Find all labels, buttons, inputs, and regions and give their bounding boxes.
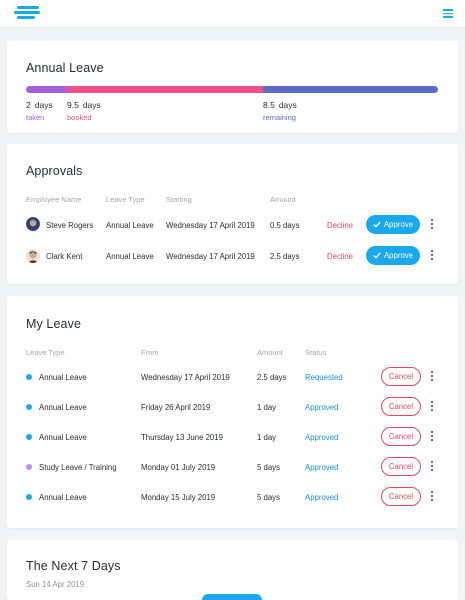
header-leave-type: Leave Type <box>26 348 65 357</box>
kebab-menu-icon[interactable] <box>429 219 435 230</box>
leave-type: Study Leave / Training <box>39 463 117 472</box>
stat-value: 2 <box>26 100 31 110</box>
cancel-button[interactable]: Cancel <box>381 487 421 506</box>
header-from: From <box>141 348 159 357</box>
stat-unit: days <box>34 100 53 110</box>
starting-date: Wednesday 17 April 2019 <box>166 221 255 230</box>
leave-type-dot <box>26 374 32 380</box>
amount: 1 day <box>257 403 277 412</box>
status-badge: Approved <box>305 433 339 442</box>
cancel-button[interactable]: Cancel <box>381 397 421 416</box>
leave-type: Annual Leave <box>106 221 154 230</box>
top-bar <box>0 0 465 28</box>
company-logo-icon[interactable] <box>14 6 40 20</box>
my-leave-card: My Leave Leave Type From Amount Status A… <box>7 296 458 528</box>
approvals-card: Approvals Employee Name Leave Type Start… <box>7 144 458 284</box>
decline-button[interactable]: Decline <box>327 221 353 230</box>
approve-label: Approve <box>383 251 414 260</box>
stat-unit: days <box>278 100 297 110</box>
cancel-button[interactable]: Cancel <box>381 367 421 386</box>
avatar <box>26 249 40 263</box>
header-amount: Amount <box>257 348 283 357</box>
check-icon <box>373 252 381 259</box>
leave-balance-bar <box>26 86 438 93</box>
stat-label: booked <box>67 113 92 122</box>
next-7-days-button[interactable] <box>202 594 262 600</box>
leave-type: Annual Leave <box>106 252 154 261</box>
check-icon <box>373 221 381 228</box>
kebab-menu-icon[interactable] <box>429 431 435 442</box>
approve-label: Approve <box>383 220 414 229</box>
remaining-segment <box>262 86 438 93</box>
from-date: Thursday 13 June 2019 <box>141 433 223 442</box>
leave-type-dot <box>26 464 32 470</box>
status-badge: Approved <box>305 403 339 412</box>
stat-value: 9.5 <box>67 100 79 110</box>
from-date: Monday 01 July 2019 <box>141 463 216 472</box>
approve-button[interactable]: Approve <box>366 215 420 234</box>
amount: 2.5 days <box>257 373 287 382</box>
status-badge: Approved <box>305 493 339 502</box>
leave-type: Annual Leave <box>39 433 87 442</box>
next-7-days-title: The Next 7 Days <box>26 559 121 573</box>
leave-type-dot <box>26 434 32 440</box>
taken-segment <box>26 86 68 93</box>
from-date: Friday 26 April 2019 <box>141 403 211 412</box>
header-starting: Starting <box>166 195 192 204</box>
stat-label: remaining <box>263 113 296 122</box>
from-date: Wednesday 17 April 2019 <box>141 373 230 382</box>
stat-label: taken <box>26 113 45 122</box>
starting-date: Wednesday 17 April 2019 <box>166 252 255 261</box>
stat-unit: days <box>82 100 101 110</box>
amount: 0.5 days <box>270 221 300 230</box>
leave-type: Annual Leave <box>39 373 87 382</box>
leave-type: Annual Leave <box>39 493 87 502</box>
kebab-menu-icon[interactable] <box>429 371 435 382</box>
cancel-button[interactable]: Cancel <box>381 457 421 476</box>
leave-type: Annual Leave <box>39 403 87 412</box>
kebab-menu-icon[interactable] <box>429 491 435 502</box>
stat-value: 8.5 <box>263 100 275 110</box>
employee-name: Clark Kent <box>46 252 83 261</box>
header-amount: Amount <box>270 195 296 204</box>
stat-remaining: 8.5 days remaining <box>263 100 297 122</box>
kebab-menu-icon[interactable] <box>429 250 435 261</box>
kebab-menu-icon[interactable] <box>429 461 435 472</box>
header-status: Status <box>305 348 327 357</box>
stat-booked: 9.5 days booked <box>67 100 101 122</box>
approvals-title: Approvals <box>26 164 83 178</box>
amount: 5 days <box>257 493 280 502</box>
status-badge: Requested <box>305 373 343 382</box>
status-badge: Approved <box>305 463 339 472</box>
leave-type-dot <box>26 494 32 500</box>
stat-taken: 2 days taken <box>26 100 53 122</box>
amount: 2.5 days <box>270 252 300 261</box>
annual-leave-title: Annual Leave <box>26 61 104 75</box>
decline-button[interactable]: Decline <box>327 252 353 261</box>
approve-button[interactable]: Approve <box>366 246 420 265</box>
hamburger-menu-icon[interactable] <box>443 9 453 18</box>
amount: 1 day <box>257 433 277 442</box>
booked-segment <box>67 86 263 93</box>
kebab-menu-icon[interactable] <box>429 401 435 412</box>
employee-name: Steve Rogers <box>46 221 94 230</box>
header-employee-name: Employee Name <box>26 195 82 204</box>
header-leave-type: Leave Type <box>106 195 145 204</box>
next-7-days-card: The Next 7 Days Sun 14 Apr 2019 <box>7 540 458 600</box>
my-leave-title: My Leave <box>26 317 81 331</box>
next-7-days-date: Sun 14 Apr 2019 <box>26 580 85 589</box>
leave-type-dot <box>26 404 32 410</box>
amount: 5 days <box>257 463 280 472</box>
avatar <box>26 217 40 231</box>
from-date: Monday 15 July 2019 <box>141 493 216 502</box>
cancel-button[interactable]: Cancel <box>381 427 421 446</box>
annual-leave-card: Annual Leave 2 days taken 9.5 days booked … <box>7 41 458 133</box>
